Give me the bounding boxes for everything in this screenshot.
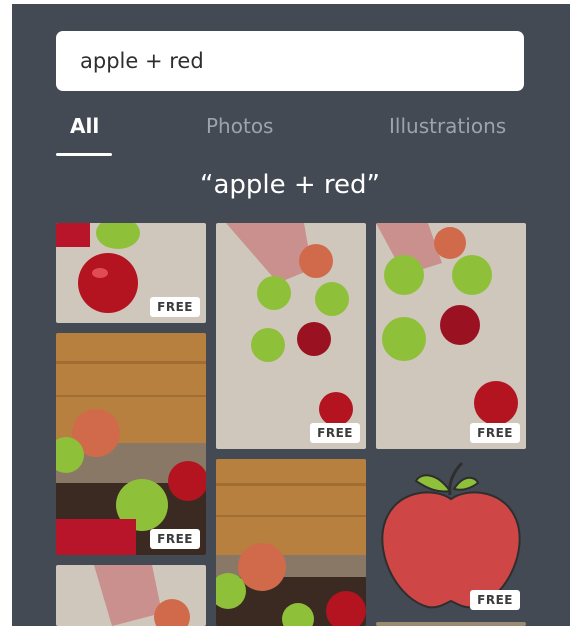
result-thumbnail-4[interactable]: FREE (56, 333, 206, 555)
photo-apples-image (376, 622, 526, 626)
search-input[interactable] (56, 31, 524, 91)
photo-apples-image (216, 223, 366, 449)
search-panel: All Photos Illustrations “apple + red” F… (12, 4, 570, 626)
tab-photos[interactable]: Photos (206, 114, 273, 138)
tab-illustrations[interactable]: Illustrations (389, 114, 506, 138)
photo-apples-image (56, 565, 206, 626)
free-badge: FREE (470, 590, 520, 610)
result-thumbnail-8[interactable] (376, 622, 526, 626)
free-badge: FREE (310, 423, 360, 443)
filter-tabs: All Photos Illustrations (56, 114, 524, 156)
results-title: “apple + red” (199, 170, 381, 200)
free-badge: FREE (150, 529, 200, 549)
tab-all[interactable]: All (70, 114, 99, 138)
photo-apples-image (56, 333, 206, 555)
result-thumbnail-5[interactable] (216, 459, 366, 626)
free-badge: FREE (150, 297, 200, 317)
result-thumbnail-2[interactable]: FREE (216, 223, 366, 449)
result-thumbnail-1[interactable]: FREE (56, 223, 206, 323)
photo-apples-image (216, 459, 366, 626)
result-thumbnail-6[interactable]: FREE (376, 459, 526, 616)
result-thumbnail-3[interactable]: FREE (376, 223, 526, 449)
active-tab-indicator (56, 153, 112, 156)
free-badge: FREE (470, 423, 520, 443)
photo-apples-image (376, 223, 526, 449)
result-thumbnail-7[interactable] (56, 565, 206, 626)
